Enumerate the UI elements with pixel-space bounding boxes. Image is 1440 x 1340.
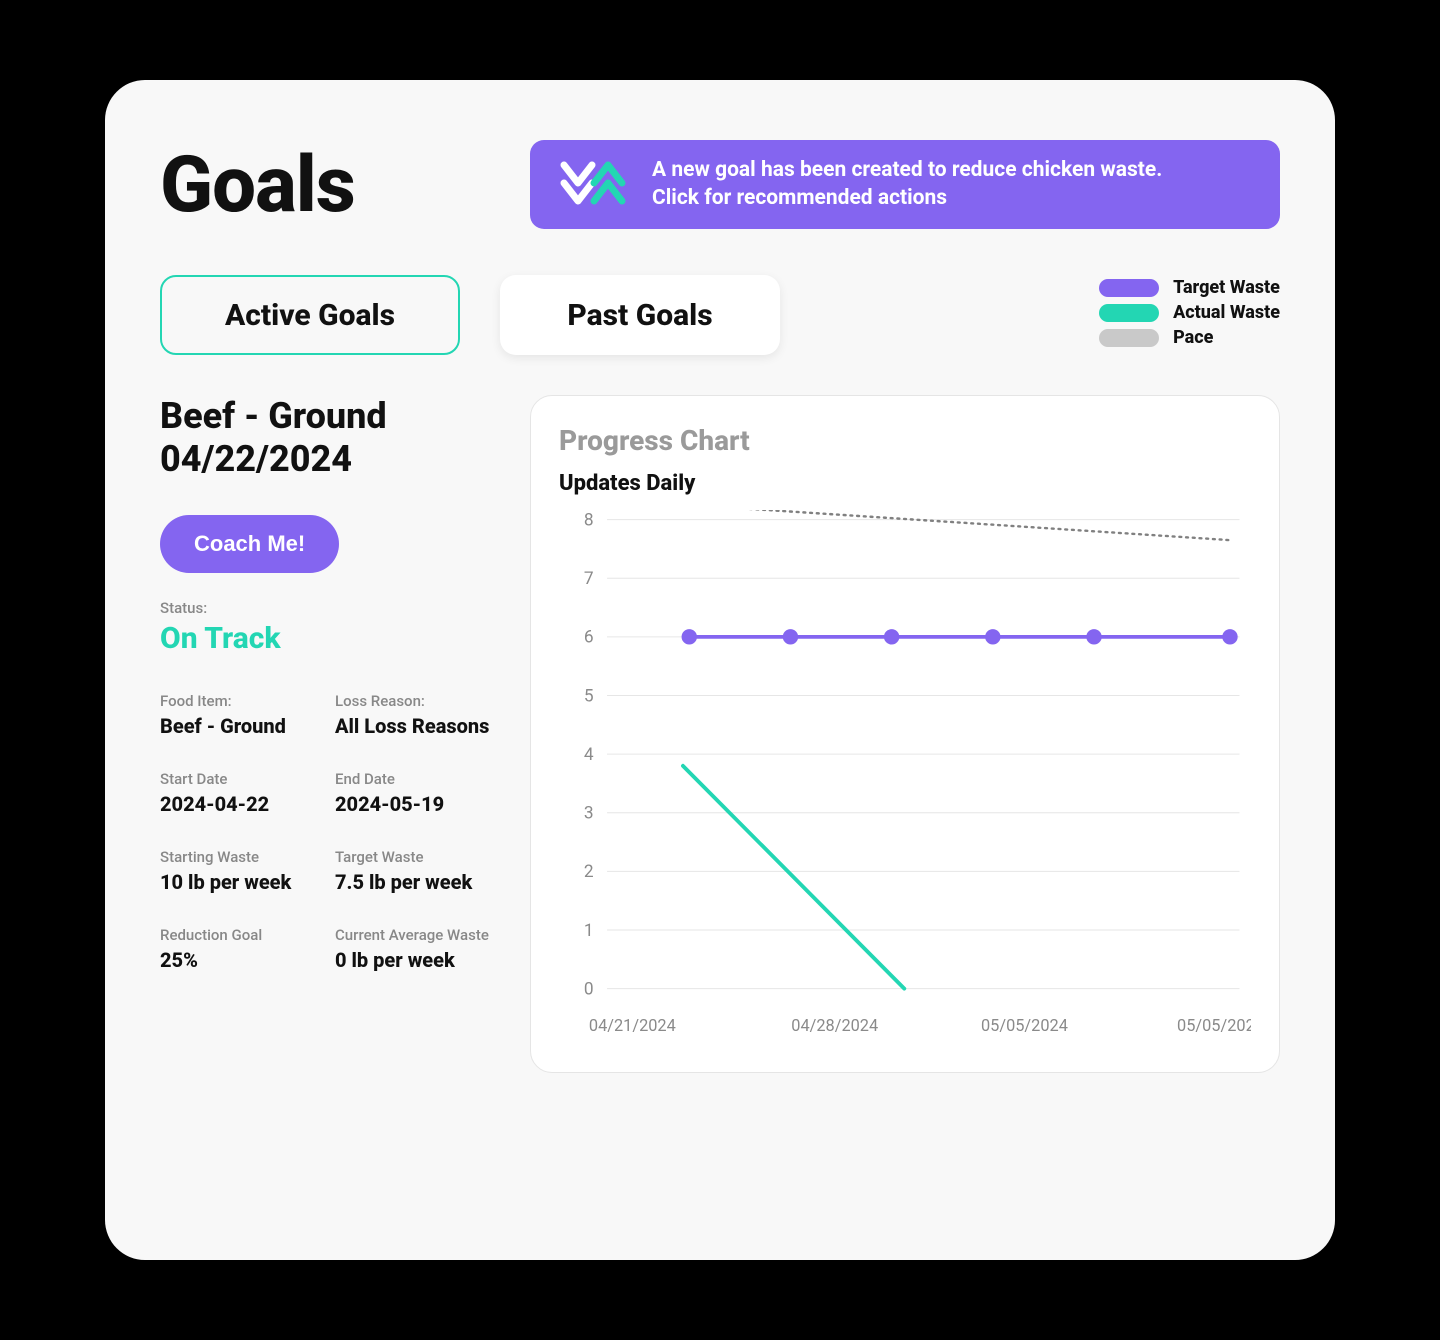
svg-text:1: 1: [584, 921, 594, 941]
chart-card: Progress Chart Updates Daily 0 1 2 3 4 5 6 7 8 04…: [530, 395, 1280, 1073]
header-row: Goals A new goal has been created to red…: [160, 140, 1280, 231]
end-date-label: End Date: [335, 770, 500, 788]
svg-text:05/05/2024: 05/05/2024: [981, 1016, 1068, 1035]
reduction-goal-label: Reduction Goal: [160, 926, 325, 944]
legend-target: Target Waste: [1099, 277, 1280, 298]
svg-text:0: 0: [584, 979, 594, 999]
loss-reason-value: All Loss Reasons: [335, 714, 500, 738]
target-waste-label: Target Waste: [335, 848, 500, 866]
current-avg-value: 0 lb per week: [335, 948, 500, 972]
svg-text:8: 8: [584, 510, 594, 530]
legend-pill-actual: [1099, 304, 1159, 322]
legend-pill-target: [1099, 279, 1159, 297]
page-title: Goals: [160, 140, 490, 231]
tab-past-goals[interactable]: Past Goals: [500, 275, 780, 355]
field-start-date: Start Date 2024-04-22: [160, 770, 325, 816]
legend-label-pace: Pace: [1173, 327, 1213, 348]
chart-subtitle: Updates Daily: [559, 471, 1251, 496]
goal-date: 04/22/2024: [160, 438, 500, 481]
legend-pace: Pace: [1099, 327, 1280, 348]
target-waste-value: 7.5 lb per week: [335, 870, 500, 894]
legend-pill-pace: [1099, 329, 1159, 347]
field-reduction-goal: Reduction Goal 25%: [160, 926, 325, 972]
svg-text:6: 6: [584, 628, 594, 648]
svg-text:04/28/2024: 04/28/2024: [791, 1016, 878, 1035]
goal-arrows-icon: [558, 159, 628, 209]
svg-text:5: 5: [584, 686, 594, 706]
legend-label-target: Target Waste: [1173, 277, 1280, 298]
svg-text:04/21/2024: 04/21/2024: [589, 1016, 676, 1035]
starting-waste-label: Starting Waste: [160, 848, 325, 866]
progress-chart: 0 1 2 3 4 5 6 7 8 04/21/2024 04/28/2024 05/05/2024 0…: [559, 510, 1251, 1048]
loss-reason-label: Loss Reason:: [335, 692, 500, 710]
field-current-avg: Current Average Waste 0 lb per week: [335, 926, 500, 972]
goal-title: Beef - Ground 04/22/2024: [160, 395, 500, 481]
legend-actual: Actual Waste: [1099, 302, 1280, 323]
start-date-value: 2024-04-22: [160, 792, 325, 816]
chart-legend: Target Waste Actual Waste Pace: [1099, 275, 1280, 348]
status-value: On Track: [160, 621, 500, 656]
svg-text:4: 4: [584, 745, 594, 765]
tabs-row: Active Goals Past Goals Target Waste Act…: [160, 275, 1280, 355]
field-starting-waste: Starting Waste 10 lb per week: [160, 848, 325, 894]
chart-area: 0 1 2 3 4 5 6 7 8 04/21/2024 04/28/2024 05/05/2024 0…: [559, 510, 1251, 1048]
food-item-label: Food Item:: [160, 692, 325, 710]
starting-waste-value: 10 lb per week: [160, 870, 325, 894]
current-avg-label: Current Average Waste: [335, 926, 500, 944]
field-loss-reason: Loss Reason: All Loss Reasons: [335, 692, 500, 738]
reduction-goal-value: 25%: [160, 948, 325, 972]
banner-line2: Click for recommended actions: [652, 184, 1162, 212]
fields-grid: Food Item: Beef - Ground Loss Reason: Al…: [160, 692, 500, 972]
field-food-item: Food Item: Beef - Ground: [160, 692, 325, 738]
start-date-label: Start Date: [160, 770, 325, 788]
field-target-waste: Target Waste 7.5 lb per week: [335, 848, 500, 894]
legend-label-actual: Actual Waste: [1173, 302, 1280, 323]
coach-me-button[interactable]: Coach Me!: [160, 515, 339, 573]
banner-text: A new goal has been created to reduce ch…: [652, 156, 1162, 213]
app-card: Goals A new goal has been created to red…: [105, 80, 1335, 1260]
svg-text:7: 7: [584, 569, 594, 589]
chart-title: Progress Chart: [559, 424, 1251, 457]
tab-active-goals[interactable]: Active Goals: [160, 275, 460, 355]
notification-banner[interactable]: A new goal has been created to reduce ch…: [530, 140, 1280, 229]
status-label: Status:: [160, 599, 500, 617]
banner-line1: A new goal has been created to reduce ch…: [652, 156, 1162, 184]
goal-name: Beef - Ground: [160, 395, 500, 438]
food-item-value: Beef - Ground: [160, 714, 325, 738]
field-end-date: End Date 2024-05-19: [335, 770, 500, 816]
goal-sidebar: Beef - Ground 04/22/2024 Coach Me! Statu…: [160, 395, 500, 1073]
end-date-value: 2024-05-19: [335, 792, 500, 816]
svg-text:2: 2: [584, 862, 594, 882]
svg-text:3: 3: [584, 804, 594, 824]
body-row: Beef - Ground 04/22/2024 Coach Me! Statu…: [160, 395, 1280, 1073]
svg-text:05/05/2024: 05/05/2024: [1177, 1016, 1251, 1035]
